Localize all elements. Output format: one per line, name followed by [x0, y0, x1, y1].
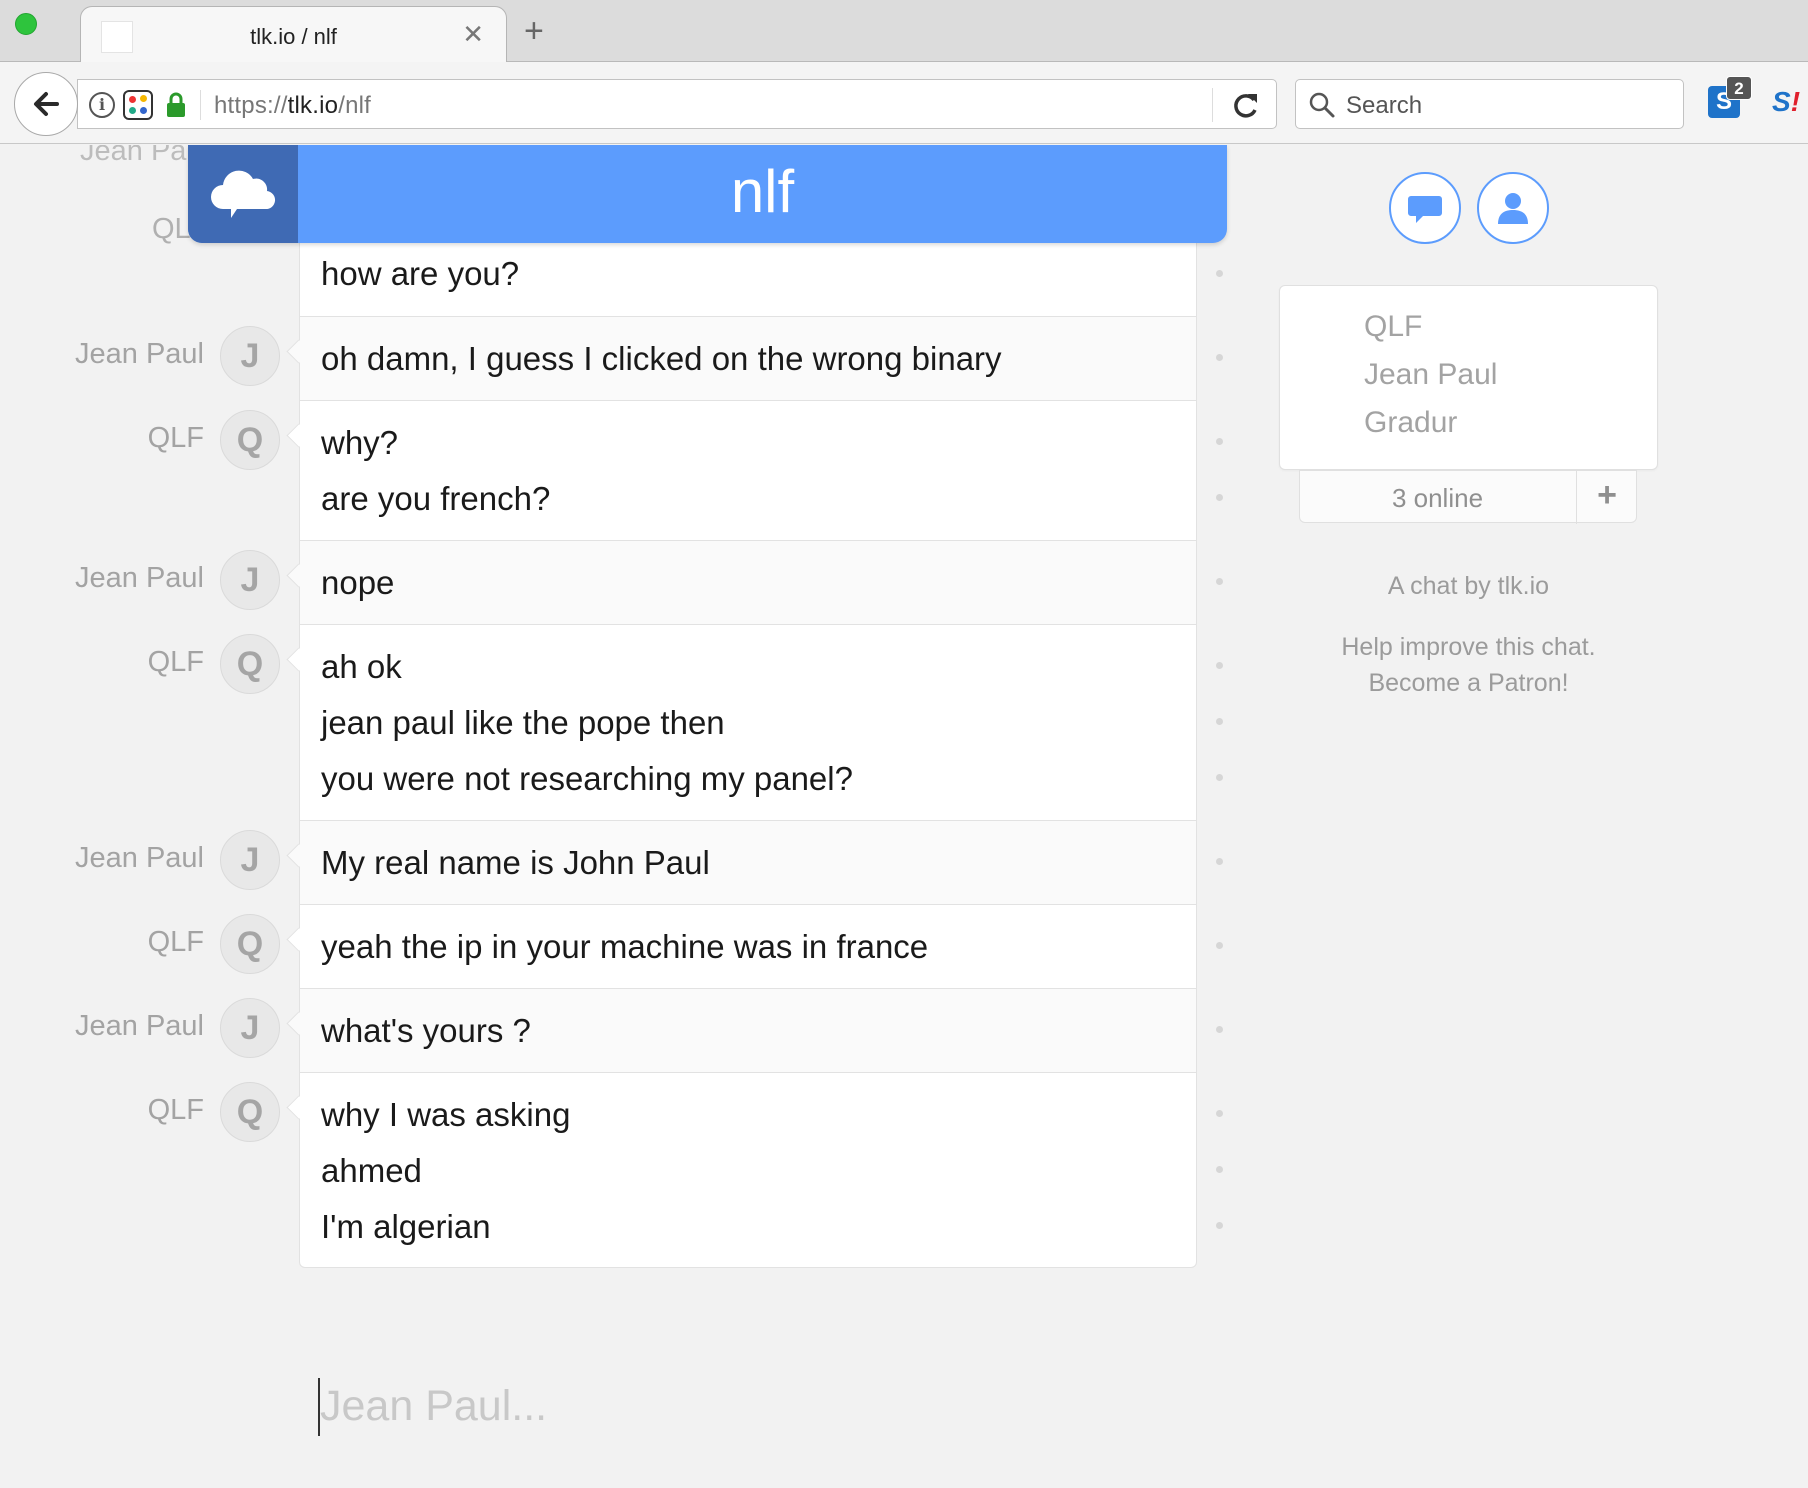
search-icon [1309, 92, 1335, 118]
message-timestamp-dot[interactable] [1216, 270, 1223, 277]
message-bubble: My real name is John Paul [299, 820, 1197, 904]
avatar: Q [220, 914, 280, 974]
reload-icon[interactable] [1228, 88, 1264, 122]
message-timestamp-dot[interactable] [1216, 774, 1223, 781]
message-group: Jean Paul J My real name is John Paul [0, 820, 1808, 904]
message-bubble: oh damn, I guess I clicked on the wrong … [299, 316, 1197, 400]
message-timestamp-dot[interactable] [1216, 354, 1223, 361]
navigation-bar: i https://tlk.io/nlf Search S 2 S! [0, 62, 1808, 144]
author-name: Jean Paul [75, 1010, 204, 1042]
message-timestamp-dot[interactable] [1216, 578, 1223, 585]
url-text[interactable]: https://tlk.io/nlf [214, 92, 371, 120]
patron-link[interactable]: Become a Patron! [1279, 669, 1658, 698]
message-text: why? [321, 424, 399, 461]
tab-close-icon[interactable]: ✕ [462, 19, 484, 50]
chat-header: nlf [188, 145, 1227, 243]
message-timestamp-dot[interactable] [1216, 494, 1223, 501]
tab-bar: tlk.io / nlf ✕ + [0, 0, 1808, 63]
message-timestamp-dot[interactable] [1216, 718, 1223, 725]
message-timestamp-dot[interactable] [1216, 1222, 1223, 1229]
author-name: QLF [147, 1094, 204, 1126]
user-name: Jean Paul [1364, 358, 1498, 391]
avatar: J [220, 830, 280, 890]
message-timestamp-dot[interactable] [1216, 1026, 1223, 1033]
message-text: jean paul like the pope then [321, 704, 725, 741]
message-group: QLF Qwhy I was asking ahmed I'm algerian [0, 1072, 1808, 1268]
patron-line[interactable]: Help improve this chat. [1279, 633, 1658, 662]
extension-icon[interactable] [123, 90, 153, 120]
avatar: Q [220, 634, 280, 694]
message-text: ahmed [321, 1152, 422, 1189]
avatar: J [220, 550, 280, 610]
author-name: Jean Paul [75, 562, 204, 594]
tab-title: tlk.io / nlf [250, 24, 337, 49]
user-name: Gradur [1364, 406, 1458, 439]
avatar: J [220, 326, 280, 386]
add-user-button[interactable]: + [1577, 476, 1637, 515]
new-tab-button[interactable]: + [524, 14, 544, 48]
back-button[interactable] [14, 72, 78, 136]
message-text: how are you? [321, 255, 520, 292]
lock-icon [167, 92, 185, 117]
message-text: I'm algerian [321, 1208, 491, 1245]
user-name: QLF [1364, 310, 1423, 343]
message-text: nope [321, 564, 395, 601]
url-separator [200, 90, 201, 120]
address-bar[interactable]: i https://tlk.io/nlf [77, 79, 1277, 129]
online-count: 3 online [1391, 483, 1484, 513]
avatar: J [220, 998, 280, 1058]
message-text: ah ok [321, 648, 402, 685]
avatar: Q [220, 1082, 280, 1142]
message-bubble: why? are you french? [299, 400, 1197, 540]
message-bubble: why I was asking ahmed I'm algerian [299, 1072, 1197, 1268]
tab-favicon-icon [101, 21, 133, 53]
reload-separator [1212, 88, 1213, 122]
credit-link[interactable]: A chat by tlk.io [1279, 572, 1658, 601]
message-input-placeholder: Jean Paul... [320, 1382, 548, 1430]
chat-bubble-icon [1408, 196, 1442, 223]
message-bubble: what's yours ? [299, 988, 1197, 1072]
cloud-logo-icon[interactable] [188, 145, 298, 243]
user-icon [1498, 193, 1528, 224]
message-group: Jean Paul Jwhat's yours ? [0, 988, 1808, 1072]
message-bubble: nope [299, 540, 1197, 624]
chat-toggle-button[interactable] [1389, 172, 1461, 244]
message-group: QLF Qyeah the ip in your machine was in f… [0, 904, 1808, 988]
message-timestamp-dot[interactable] [1216, 1166, 1223, 1173]
browser-tab[interactable]: tlk.io / nlf ✕ [80, 6, 507, 63]
user-list: QLF Jean Paul Gradur [1279, 285, 1658, 470]
message-text: oh damn, I guess I clicked on the wrong … [321, 340, 1002, 377]
author-name: Jean Paul [75, 842, 204, 874]
author-name: QLF [147, 926, 204, 958]
message-timestamp-dot[interactable] [1216, 662, 1223, 669]
window-zoom-button[interactable] [15, 13, 37, 35]
extension-s2-icon[interactable]: S! [1772, 86, 1808, 118]
message-timestamp-dot[interactable] [1216, 858, 1223, 865]
message-bubble: yeah the ip in your machine was in franc… [299, 904, 1197, 988]
message-bubble: ah ok jean paul like the pope then you wer… [299, 624, 1197, 820]
message-input[interactable]: Jean Paul... [318, 1378, 1018, 1438]
message-text: what's yours ? [321, 1012, 531, 1049]
extension-badge: 2 [1726, 76, 1752, 100]
chat-page: Jean Paul QLF I saw you on my panelhow a… [0, 145, 1808, 1488]
message-timestamp-dot[interactable] [1216, 438, 1223, 445]
message-timestamp-dot[interactable] [1216, 1110, 1223, 1117]
message-text: why I was asking [321, 1096, 571, 1133]
search-bar[interactable]: Search [1295, 79, 1684, 129]
message-timestamp-dot[interactable] [1216, 942, 1223, 949]
info-icon[interactable]: i [89, 92, 115, 118]
search-placeholder: Search [1346, 92, 1423, 119]
author-name: Jean Paul [75, 338, 204, 370]
online-bar: 3 online + [1299, 470, 1637, 524]
profile-button[interactable] [1477, 172, 1549, 244]
chat-title: nlf [730, 158, 795, 225]
author-name: QLF [147, 422, 204, 454]
author-name: QLF [147, 646, 204, 678]
message-text: you were not researching my panel? [321, 760, 853, 797]
avatar: Q [220, 410, 280, 470]
message-text: are you french? [321, 480, 551, 517]
message-text: yeah the ip in your machine was in franc… [321, 928, 929, 965]
back-arrow-icon [34, 92, 59, 116]
message-text: My real name is John Paul [321, 844, 710, 881]
